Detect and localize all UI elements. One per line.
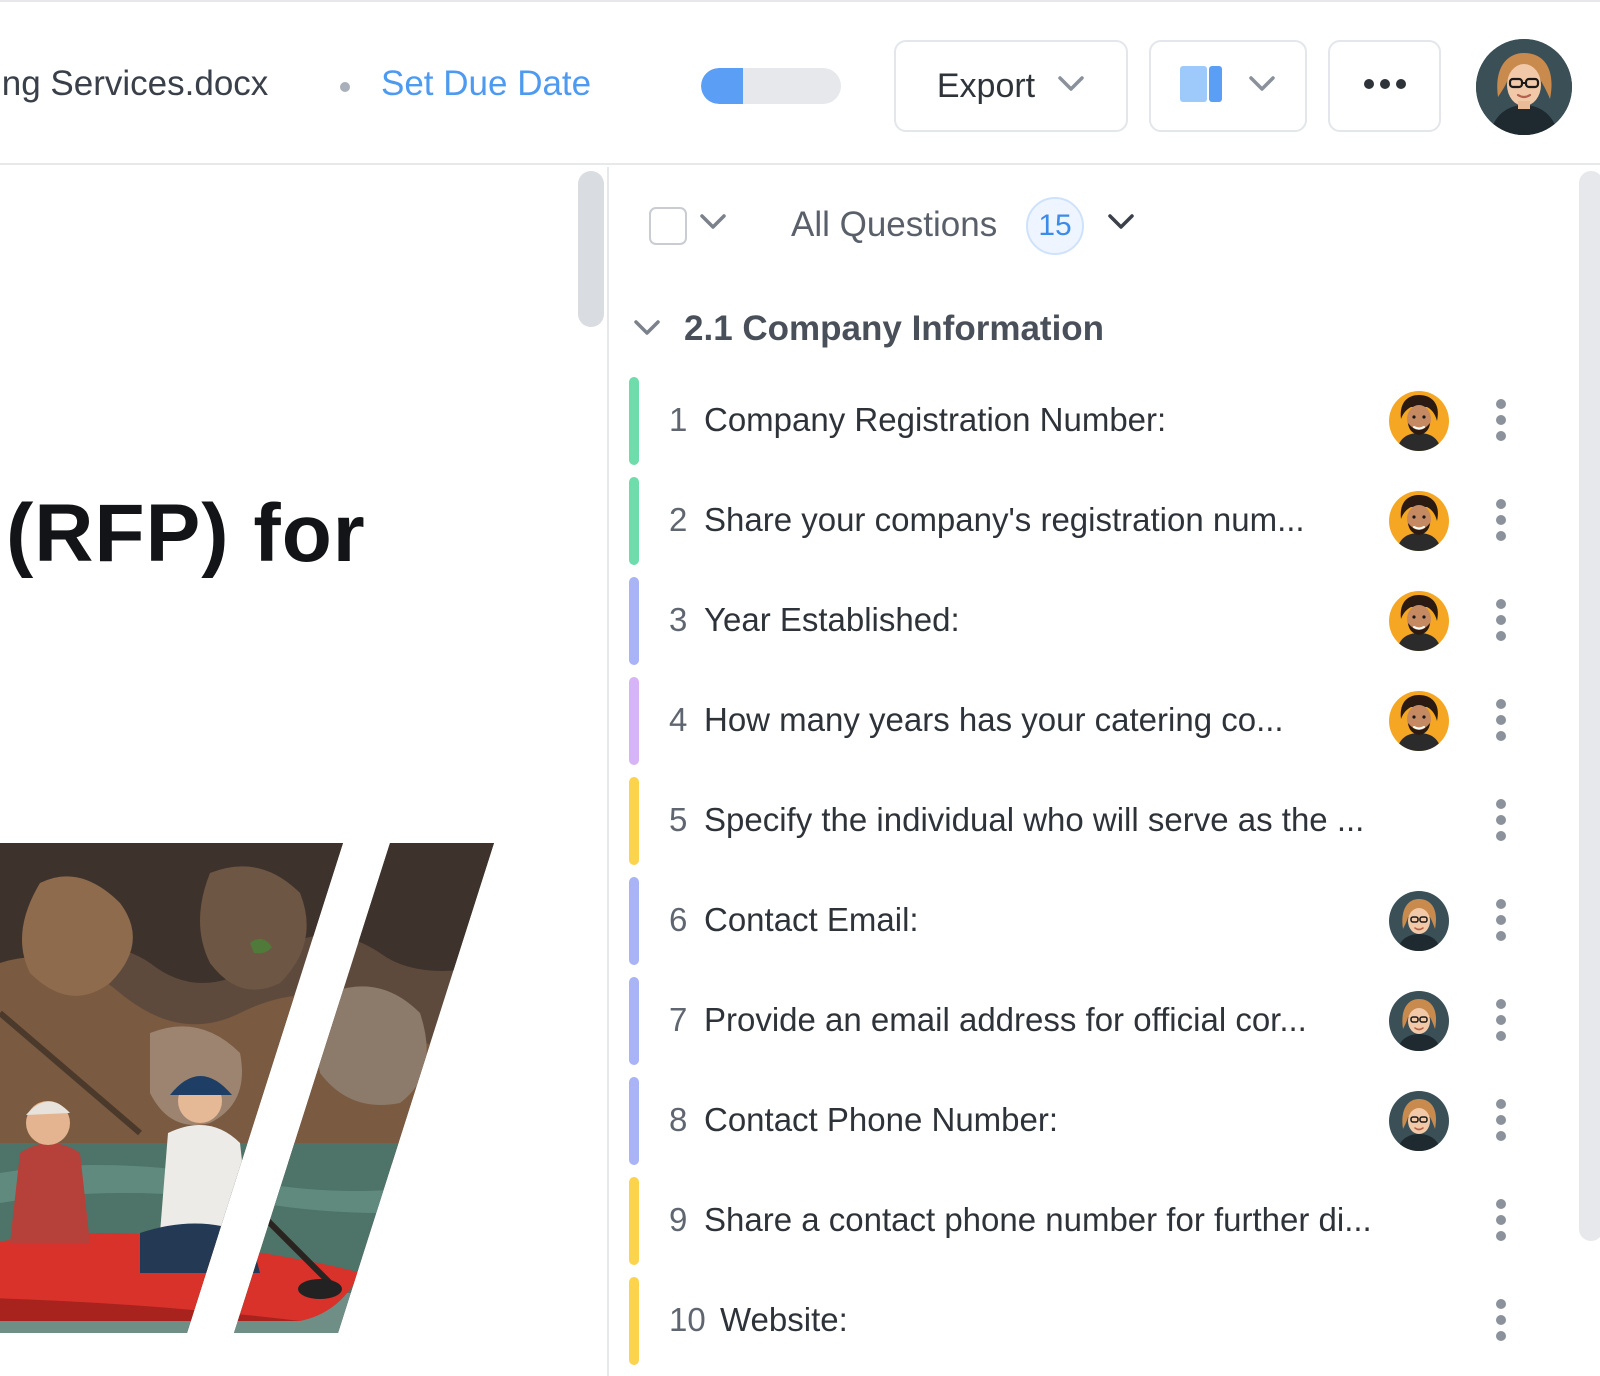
- more-vertical-icon[interactable]: [1495, 599, 1507, 643]
- question-number: 9: [669, 1201, 688, 1238]
- question-item[interactable]: 2 Share your company's registration num..…: [629, 477, 1529, 577]
- chevron-down-icon: [1057, 75, 1085, 98]
- chevron-down-icon: [1248, 75, 1276, 98]
- question-text: Contact Email:: [704, 901, 919, 938]
- more-options-button[interactable]: [1328, 40, 1441, 132]
- question-item[interactable]: 8 Contact Phone Number:: [629, 1077, 1529, 1177]
- question-text: How many years has your catering co...: [704, 701, 1284, 738]
- split-view-icon: [1180, 65, 1222, 107]
- question-item[interactable]: 3 Year Established:: [629, 577, 1529, 677]
- question-number: 6: [669, 901, 688, 938]
- question-text: Provide an email address for official co…: [704, 1001, 1307, 1038]
- question-status-bar: [629, 877, 639, 965]
- user-avatar[interactable]: [1476, 39, 1572, 135]
- questions-scrollbar[interactable]: [1579, 171, 1600, 1241]
- question-number: 1: [669, 401, 688, 438]
- question-number: 2: [669, 501, 688, 538]
- question-status-bar: [629, 777, 639, 865]
- question-item[interactable]: 6 Contact Email:: [629, 877, 1529, 977]
- question-list: 1 Company Registration Number: 2 Share your…: [629, 377, 1529, 1376]
- question-status-bar: [629, 377, 639, 465]
- question-count-badge: 15: [1026, 197, 1084, 255]
- assignee-avatar[interactable]: [1389, 691, 1449, 751]
- document-heading: (RFP) for: [6, 488, 366, 579]
- document-preview-pane: (RFP) for: [0, 167, 607, 1376]
- question-text: Contact Phone Number:: [704, 1101, 1059, 1138]
- section-collapse-chevron-icon[interactable]: [633, 319, 661, 342]
- question-filter-dropdown[interactable]: All Questions: [791, 205, 997, 245]
- more-vertical-icon[interactable]: [1495, 1099, 1507, 1143]
- question-status-bar: [629, 1077, 639, 1165]
- more-vertical-icon[interactable]: [1495, 399, 1507, 443]
- question-number: 4: [669, 701, 688, 738]
- more-vertical-icon[interactable]: [1495, 1299, 1507, 1343]
- separator-dot: [340, 82, 350, 92]
- question-text: Share a contact phone number for further…: [704, 1201, 1372, 1238]
- question-text: Website:: [720, 1301, 848, 1338]
- more-vertical-icon[interactable]: [1495, 699, 1507, 743]
- section-title: 2.1 Company Information: [684, 309, 1105, 348]
- question-number: 3: [669, 601, 688, 638]
- export-label: Export: [936, 66, 1036, 105]
- more-horizontal-icon: [1363, 77, 1407, 95]
- question-text: Share your company's registration num...: [704, 501, 1305, 538]
- question-item[interactable]: 5 Specify the individual who will serve a…: [629, 777, 1529, 877]
- question-status-bar: [629, 577, 639, 665]
- more-vertical-icon[interactable]: [1495, 499, 1507, 543]
- assignee-avatar[interactable]: [1389, 1091, 1449, 1151]
- progress-bar: [701, 68, 841, 104]
- chevron-down-icon[interactable]: [1107, 213, 1135, 236]
- question-status-bar: [629, 1177, 639, 1265]
- question-number: 5: [669, 801, 688, 838]
- layout-toggle-button[interactable]: [1149, 40, 1307, 132]
- export-button[interactable]: Export: [894, 40, 1128, 132]
- question-text: Specify the individual who will serve as…: [704, 801, 1365, 838]
- more-vertical-icon[interactable]: [1495, 899, 1507, 943]
- document-scrollbar[interactable]: [578, 171, 604, 327]
- chevron-down-icon[interactable]: [699, 213, 727, 236]
- assignee-avatar[interactable]: [1389, 891, 1449, 951]
- questions-panel: All Questions 15 2.1 Company Information…: [609, 167, 1600, 1376]
- question-text: Year Established:: [704, 601, 960, 638]
- assignee-avatar[interactable]: [1389, 391, 1449, 451]
- select-all-checkbox[interactable]: [649, 207, 687, 245]
- question-item[interactable]: 4 How many years has your catering co...: [629, 677, 1529, 777]
- question-item[interactable]: 7 Provide an email address for official c…: [629, 977, 1529, 1077]
- question-status-bar: [629, 477, 639, 565]
- question-text: Company Registration Number:: [704, 401, 1167, 438]
- set-due-date-link[interactable]: Set Due Date: [381, 64, 591, 104]
- more-vertical-icon[interactable]: [1495, 999, 1507, 1043]
- question-item[interactable]: 10 Website:: [629, 1277, 1529, 1376]
- kayaking-photo: [0, 843, 500, 1333]
- assignee-avatar[interactable]: [1389, 591, 1449, 651]
- more-vertical-icon[interactable]: [1495, 799, 1507, 843]
- more-vertical-icon[interactable]: [1495, 1199, 1507, 1243]
- progress-fill: [701, 68, 743, 104]
- question-number: 7: [669, 1001, 688, 1038]
- question-status-bar: [629, 977, 639, 1065]
- question-item[interactable]: 9 Share a contact phone number for furthe…: [629, 1177, 1529, 1277]
- assignee-avatar[interactable]: [1389, 991, 1449, 1051]
- document-title: ing Services.docx: [0, 64, 269, 103]
- assignee-avatar[interactable]: [1389, 491, 1449, 551]
- question-number: 10: [669, 1301, 706, 1338]
- question-status-bar: [629, 677, 639, 765]
- question-number: 8: [669, 1101, 688, 1138]
- question-item[interactable]: 1 Company Registration Number:: [629, 377, 1529, 477]
- question-status-bar: [629, 1277, 639, 1365]
- header-bar: ing Services.docx Set Due Date Export: [0, 2, 1600, 165]
